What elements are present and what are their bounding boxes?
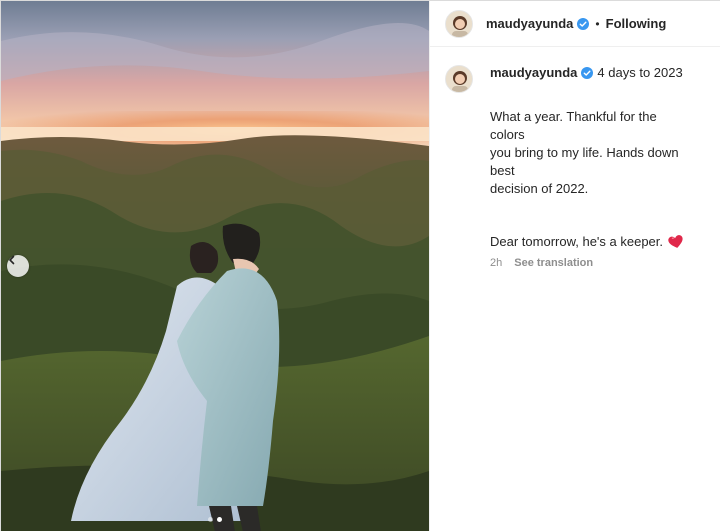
- caption-body: maudyayunda 4 days to 2023 What a year. …: [490, 65, 690, 269]
- verified-badge-icon: [581, 67, 594, 79]
- separator-dot: •: [595, 16, 600, 31]
- avatar[interactable]: [445, 65, 473, 93]
- avatar[interactable]: [445, 9, 473, 38]
- post-photo[interactable]: [1, 1, 429, 531]
- caption-paragraph: Dear tomorrow, he's a keeper.: [490, 234, 664, 249]
- profile-picture: [446, 10, 472, 37]
- caption-header: maudyayunda 4 days to 2023: [490, 65, 690, 81]
- see-translation-link[interactable]: See translation: [514, 257, 593, 269]
- caption-comment: maudyayunda 4 days to 2023 What a year. …: [430, 47, 720, 269]
- following-button[interactable]: Following: [606, 16, 667, 31]
- red-heart-emoji-icon: [668, 235, 684, 249]
- caption-meta: 2h See translation: [490, 257, 690, 269]
- instagram-post: maudyayunda • Following maudyayunda 4 da…: [0, 0, 720, 531]
- chevron-left-icon: [9, 255, 15, 265]
- post-header: maudyayunda • Following: [430, 1, 720, 47]
- caption-paragraph: What a year. Thankful for the colors you…: [490, 109, 679, 196]
- carousel-prev-button[interactable]: [7, 255, 29, 277]
- post-side-panel: maudyayunda • Following maudyayunda 4 da…: [429, 1, 720, 531]
- caption-last-line: Dear tomorrow, he's a keeper.: [490, 233, 690, 251]
- username-link[interactable]: maudyayunda: [486, 16, 573, 31]
- timestamp: 2h: [490, 257, 503, 269]
- carousel-dot: [208, 517, 213, 522]
- verified-badge-icon: [577, 17, 590, 30]
- profile-picture: [446, 66, 472, 92]
- caption-text: What a year. Thankful for the colors you…: [490, 90, 690, 234]
- carousel-indicator: [1, 517, 429, 522]
- sunset-couple-photo: [1, 1, 429, 531]
- carousel-dot-active: [217, 517, 222, 522]
- caption-title: 4 days to 2023: [597, 65, 683, 80]
- caption-username-link[interactable]: maudyayunda: [490, 65, 577, 81]
